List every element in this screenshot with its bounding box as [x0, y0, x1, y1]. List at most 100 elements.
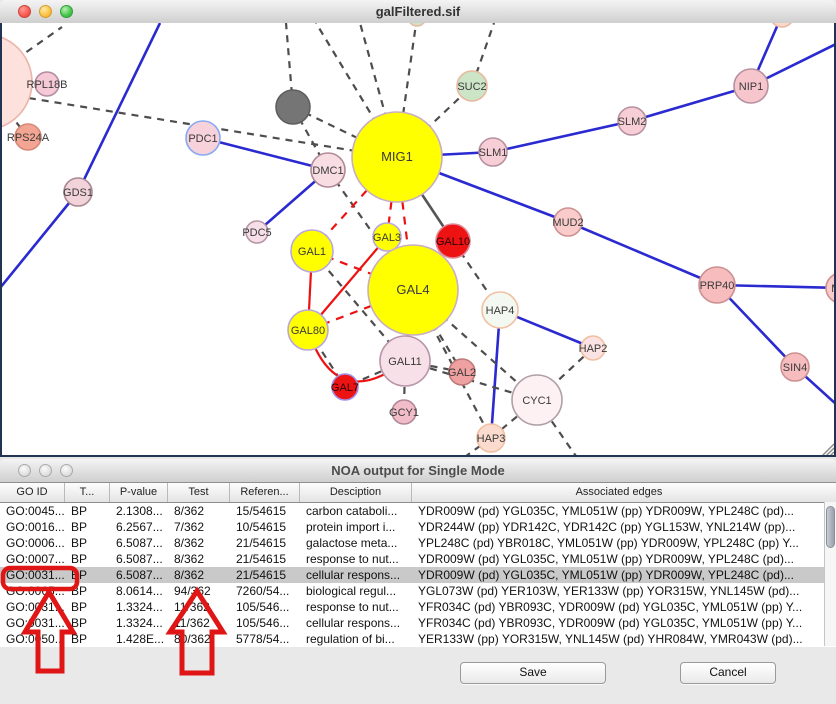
cell-r1-c3: 2.1308... [110, 503, 168, 519]
cell-r6-c5: 7260/54... [230, 583, 300, 599]
cancel-button[interactable]: Cancel [680, 662, 776, 684]
column-header-t[interactable]: T... [65, 483, 110, 502]
cell-r3-c5: 21/54615 [230, 535, 300, 551]
node-topright[interactable] [770, 23, 794, 27]
node-label-CYC1: CYC1 [522, 395, 551, 407]
node-label-GAL10: GAL10 [436, 236, 470, 248]
edge-blue [2, 192, 78, 288]
cell-r9-c2: BP [65, 631, 110, 647]
cell-r6-c3: 8.0614... [110, 583, 168, 599]
cell-r8-c2: BP [65, 615, 110, 631]
cell-r1-c5: 15/54615 [230, 503, 300, 519]
cell-r8-c7: YFR034C (pd) YBR093C, YDR009W (pd) YGL03… [412, 615, 826, 631]
cell-r7-c2: BP [65, 599, 110, 615]
table-header: GO IDT...P-valueTestReferen...Desciption… [0, 483, 836, 503]
table-row[interactable]: GO:0031...BP1.3324...11/362105/546...cel… [0, 615, 836, 631]
node-label-GAL7: GAL7 [331, 382, 359, 394]
network-window-title: galFiltered.sif [0, 4, 836, 19]
table-row[interactable]: GO:0065...BP8.0614...94/3627260/54...bio… [0, 583, 836, 599]
table-row[interactable]: GO:0006...BP6.5087...8/36221/54615galact… [0, 535, 836, 551]
cell-r8-c4: 11/362 [168, 615, 230, 631]
edge-blue [203, 138, 328, 170]
cell-r9-c5: 5778/54... [230, 631, 300, 647]
cell-r1-c7: YDR009W (pd) YGL035C, YML051W (pp) YDR00… [412, 503, 826, 519]
column-header-referen[interactable]: Referen... [230, 483, 300, 502]
column-header-p-value[interactable]: P-value [110, 483, 168, 502]
edge-blue [493, 121, 632, 152]
node-label-MSI: MSI [831, 283, 834, 295]
cell-r7-c1: GO:0031... [0, 599, 65, 615]
node-label-GAL11: GAL11 [388, 356, 421, 368]
cell-r8-c1: GO:0031... [0, 615, 65, 631]
cell-r7-c3: 1.3324... [110, 599, 168, 615]
table-row[interactable]: GO:0007...BP6.5087...8/36221/54615respon… [0, 551, 836, 567]
column-header-associated-edges[interactable]: Associated edges [412, 483, 826, 502]
cell-r3-c7: YPL248C (pd) YBR018C, YML051W (pp) YDR00… [412, 535, 826, 551]
noa-window: NOA output for Single Mode GO IDT...P-va… [0, 459, 836, 704]
cell-r5-c7: YDR009W (pd) YGL035C, YML051W (pp) YDR00… [412, 567, 826, 583]
node-label-DMC1: DMC1 [312, 165, 343, 177]
cell-r7-c4: 11/362 [168, 599, 230, 615]
cell-r1-c2: BP [65, 503, 110, 519]
cell-r7-c7: YFR034C (pd) YBR093C, YDR009W (pd) YGL03… [412, 599, 826, 615]
table-row[interactable]: GO:0045...BP2.1308...8/36215/54615carbon… [0, 503, 836, 519]
network-window: galFiltered.sif RPL18BRPS24AGDS1PDC1PDC5… [0, 0, 836, 459]
resize-grip-icon[interactable] [830, 452, 834, 455]
cell-r2-c6: protein import i... [300, 519, 412, 535]
node-label-GAL4: GAL4 [396, 282, 429, 297]
cell-r9-c4: 80/362 [168, 631, 230, 647]
cell-r6-c1: GO:0065... [0, 583, 65, 599]
cell-r4-c1: GO:0007... [0, 551, 65, 567]
scrollbar-thumb[interactable] [826, 506, 835, 548]
node-topgreen[interactable] [408, 23, 426, 26]
cell-r7-c5: 105/546... [230, 599, 300, 615]
cell-r4-c2: BP [65, 551, 110, 567]
column-header-test[interactable]: Test [168, 483, 230, 502]
network-canvas[interactable]: RPL18BRPS24AGDS1PDC1PDC5MIG1SUC2SLM1SLM2… [0, 23, 836, 457]
node-label-HAP4: HAP4 [486, 305, 515, 317]
edge-blue [632, 86, 751, 121]
node-graynode[interactable] [276, 90, 310, 124]
node-label-GAL2: GAL2 [448, 367, 476, 379]
cell-r9-c7: YER133W (pp) YOR315W, YNL145W (pd) YHR08… [412, 631, 826, 647]
cell-r6-c6: biological regul... [300, 583, 412, 599]
cell-r5-c1: GO:0031... [0, 567, 65, 583]
node-label-GAL3: GAL3 [373, 232, 401, 244]
cell-r4-c4: 8/362 [168, 551, 230, 567]
cell-r4-c5: 21/54615 [230, 551, 300, 567]
table-body: GO:0045...BP2.1308...8/36215/54615carbon… [0, 503, 836, 647]
cell-r8-c3: 1.3324... [110, 615, 168, 631]
node-label-MUD2: MUD2 [552, 217, 583, 229]
cell-r4-c6: response to nut... [300, 551, 412, 567]
cell-r5-c6: cellular respons... [300, 567, 412, 583]
cell-r4-c7: YDR009W (pd) YGL035C, YML051W (pp) YDR00… [412, 551, 826, 567]
table-row[interactable]: GO:0050...BP1.428E...80/3625778/54...reg… [0, 631, 836, 647]
node-label-PDC5: PDC5 [242, 227, 271, 239]
cell-r6-c7: YGL073W (pd) YER103W, YER133W (pp) YOR31… [412, 583, 826, 599]
cell-r3-c2: BP [65, 535, 110, 551]
cell-r2-c5: 10/54615 [230, 519, 300, 535]
column-header-go-id[interactable]: GO ID [0, 483, 65, 502]
table-row[interactable]: GO:0031...BP1.3324...11/362105/546...res… [0, 599, 836, 615]
vertical-scrollbar[interactable] [824, 502, 836, 646]
cell-r2-c4: 7/362 [168, 519, 230, 535]
table-row[interactable]: GO:0016...BP6.2567...7/36210/54615protei… [0, 519, 836, 535]
table-row-selected[interactable]: GO:0031...BP6.5087...8/36221/54615cellul… [0, 567, 836, 583]
node-label-GCY1: GCY1 [389, 407, 419, 419]
node-label-HAP2: HAP2 [579, 343, 608, 355]
cell-r2-c7: YDR244W (pp) YDR142C, YDR142C (pp) YGL15… [412, 519, 826, 535]
cell-r5-c3: 6.5087... [110, 567, 168, 583]
node-label-HAP3: HAP3 [477, 433, 506, 445]
column-header-desciption[interactable]: Desciption [300, 483, 412, 502]
cell-r3-c6: galactose meta... [300, 535, 412, 551]
cell-r1-c6: carbon cataboli... [300, 503, 412, 519]
network-graph: RPL18BRPS24AGDS1PDC1PDC5MIG1SUC2SLM1SLM2… [2, 23, 834, 455]
node-label-SLM1: SLM1 [479, 147, 508, 159]
cell-r1-c4: 8/362 [168, 503, 230, 519]
edge-blue [78, 23, 160, 192]
cell-r5-c5: 21/54615 [230, 567, 300, 583]
cell-r8-c5: 105/546... [230, 615, 300, 631]
node-label-PDC1: PDC1 [188, 133, 217, 145]
save-button[interactable]: Save [460, 662, 606, 684]
cell-r3-c1: GO:0006... [0, 535, 65, 551]
